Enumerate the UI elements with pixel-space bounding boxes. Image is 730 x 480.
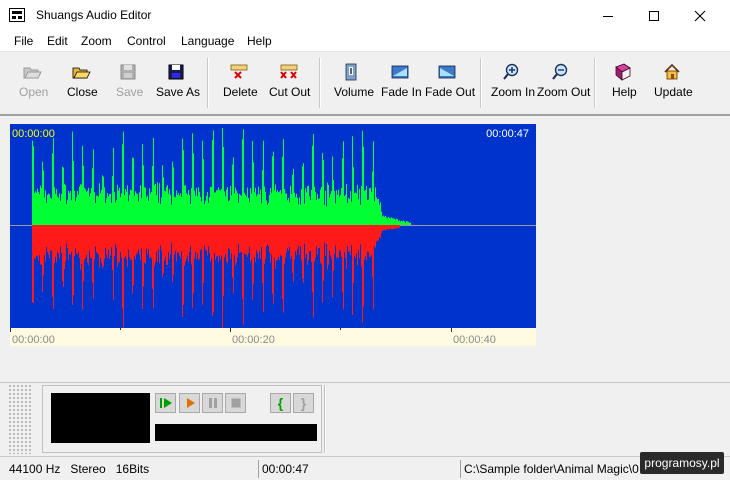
window-title: Shuangs Audio Editor [36,8,152,22]
delete-label: Delete [223,85,258,99]
player-screen [51,393,150,443]
fade-in-label: Fade In [381,85,422,99]
delete-button[interactable]: Delete [220,52,258,112]
status-bar: 44100 Hz Stereo 16Bits 00:00:47 C:\Sampl… [0,456,730,480]
timeline-label-0: 00:00:00 [12,334,55,346]
zoom-out-icon [552,63,568,80]
save-label: Save [116,85,144,99]
toolbar-separator [480,58,482,108]
play-button[interactable] [179,393,200,413]
status-audio-format: 44100 Hz Stereo 16Bits [9,462,150,476]
fade-out-icon [438,65,456,79]
timeline-label-40: 00:00:40 [453,334,496,346]
panel-grip-handle[interactable] [8,384,32,454]
stop-icon [231,398,240,408]
zoom-out-button[interactable]: Zoom Out [536,52,590,112]
app-icon [9,8,25,22]
folder-icon [72,67,91,79]
help-book-icon [615,63,631,81]
toolbar-separator [207,58,209,108]
help-button[interactable]: Help [610,52,637,112]
cut-out-button[interactable]: Cut Out [268,52,310,112]
playback-progress-bar[interactable] [155,424,317,441]
maximize-button[interactable] [631,0,677,31]
delete-selection-icon [230,64,248,79]
floppy-disk-icon [168,64,184,80]
waveform-lower-channel [32,225,400,328]
zoom-in-icon [503,63,519,80]
volume-icon [345,63,357,81]
floppy-disk-icon [120,64,136,80]
open-label: Open [19,85,49,99]
menu-bar: File Edit Zoom Control Language Help [0,31,730,51]
close-icon [694,10,706,21]
mark-start-button[interactable]: { [270,393,291,413]
fade-in-button[interactable]: Fade In [380,52,422,112]
volume-label: Volume [334,85,375,99]
cut-out-label: Cut Out [269,85,311,99]
minimize-icon [603,15,613,17]
close-file-button[interactable]: Close [62,52,100,112]
watermark-badge: programosy.pl [640,452,724,474]
zoom-in-button[interactable]: Zoom In [490,52,536,112]
maximize-icon [649,10,659,21]
pause-button[interactable] [202,393,223,413]
toolbar-separator [319,58,321,108]
waveform-start-time: 00:00:00 [12,128,55,140]
pause-icon [208,398,217,408]
menu-zoom[interactable]: Zoom [81,34,112,48]
mark-start-icon: { [277,395,284,411]
menu-help[interactable]: Help [247,34,272,48]
mark-end-icon: } [300,395,307,411]
close-label: Close [67,85,98,99]
zoom-out-label: Zoom Out [537,85,591,99]
cut-out-icon [280,64,298,79]
save-as-label: Save As [156,85,201,99]
help-label: Help [612,85,637,99]
open-folder-icon [23,67,42,79]
menu-file[interactable]: File [14,34,33,48]
mark-end-button[interactable]: } [293,393,314,413]
stop-button[interactable] [225,393,246,413]
timeline-ruler[interactable]: 00:00:00 00:00:20 00:00:40 [10,328,536,346]
fade-in-icon [391,65,409,79]
panel-separator [324,385,326,453]
waveform-display[interactable]: 00:00:00 00:00:47 [10,124,536,328]
open-button[interactable]: Open [14,52,50,112]
play-selection-button[interactable] [155,393,176,413]
play-selection-icon [159,398,172,408]
status-duration: 00:00:47 [258,460,458,478]
zoom-in-label: Zoom In [491,85,536,99]
toolbar-separator [594,58,596,108]
update-label: Update [654,85,693,99]
update-button[interactable]: Update [652,52,693,112]
title-bar: Shuangs Audio Editor [0,0,730,31]
toolbar: Open Close Save Save As Delete Cut Out V… [0,51,730,114]
timeline-label-20: 00:00:20 [232,334,275,346]
home-icon [664,63,680,80]
menu-language[interactable]: Language [181,34,234,48]
fade-out-button[interactable]: Fade Out [424,52,475,112]
menu-control[interactable]: Control [127,34,166,48]
save-as-button[interactable]: Save As [154,52,201,112]
volume-button[interactable]: Volume [332,52,374,112]
menu-edit[interactable]: Edit [47,34,68,48]
status-file-path: C:\Sample folder\Animal Magic\0 [460,460,640,478]
waveform-end-time: 00:00:47 [486,128,529,140]
save-button[interactable]: Save [112,52,144,112]
waveform-graph [10,128,536,328]
minimize-button[interactable] [585,0,631,31]
waveform-upper-channel [32,128,411,225]
play-icon [186,398,195,408]
close-window-button[interactable] [677,0,723,31]
fade-out-label: Fade Out [425,85,476,99]
